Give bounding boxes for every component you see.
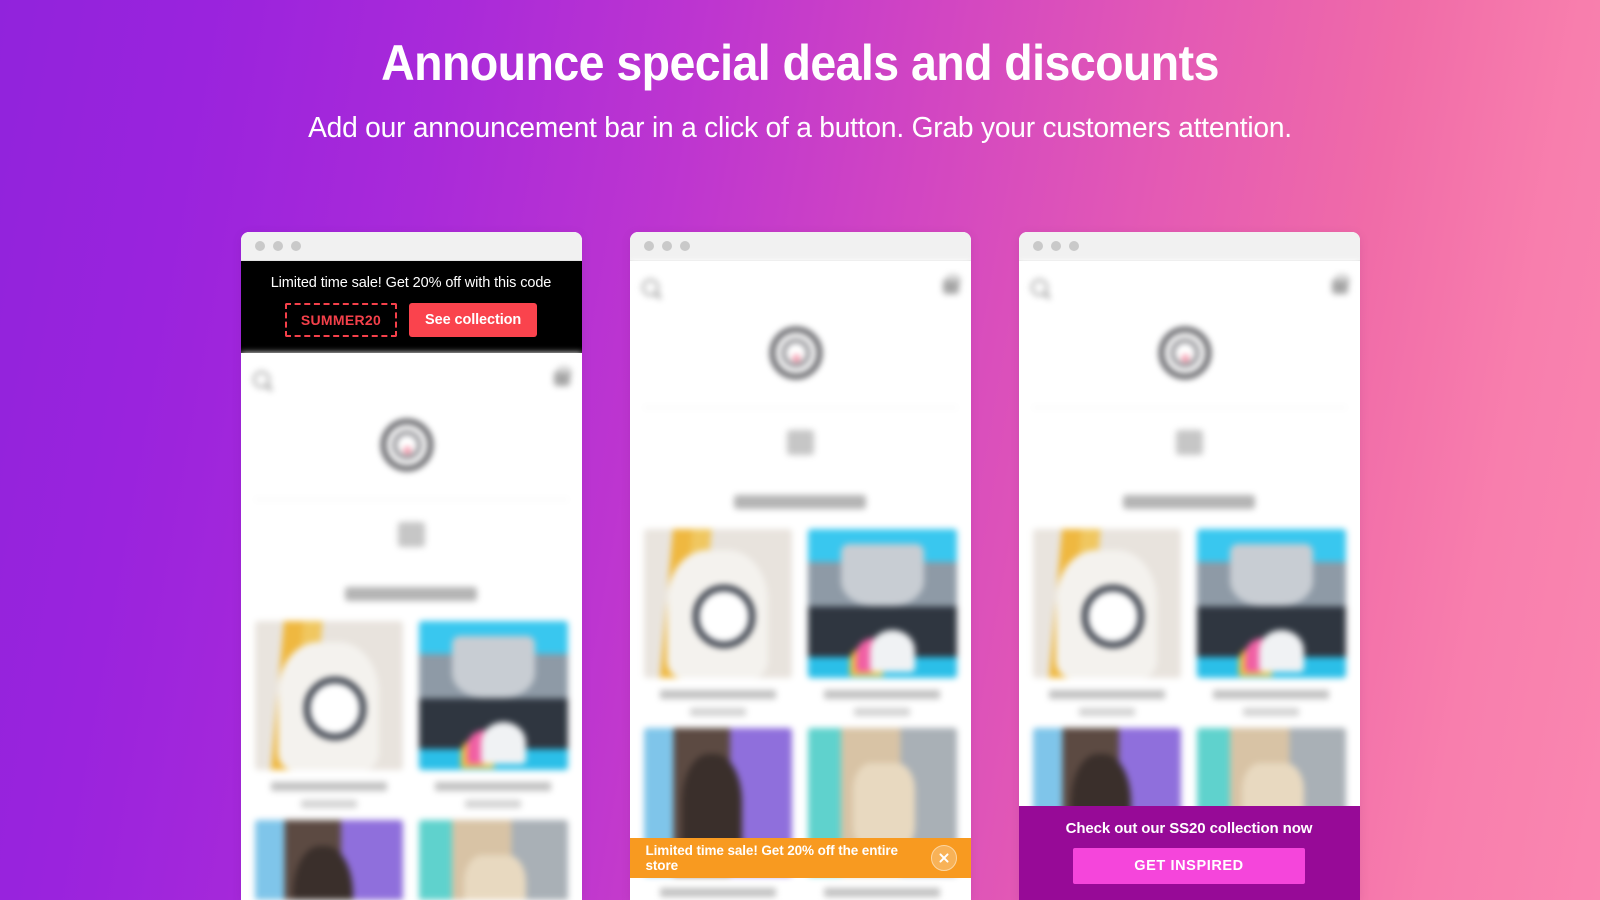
product-card[interactable]: [254, 621, 403, 808]
store-preview: [629, 261, 971, 900]
product-name: [435, 781, 552, 791]
store-preview: [240, 353, 582, 900]
product-card[interactable]: [419, 819, 568, 900]
products-heading: [345, 587, 477, 601]
search-icon[interactable]: [641, 278, 659, 296]
mockup-code-bar: Limited time sale! Get 20% off with this…: [240, 232, 582, 900]
window-dot-minimize[interactable]: [1050, 241, 1061, 251]
announcement-actions: SUMMER20 See collection: [251, 303, 572, 337]
product-image: [419, 621, 568, 770]
window-dot-close[interactable]: [643, 241, 654, 251]
cart-icon[interactable]: [942, 275, 960, 294]
product-image: [419, 819, 568, 900]
product-grid: [241, 621, 582, 900]
browser-chrome: [1018, 232, 1360, 261]
page-title: Announce special deals and discounts: [381, 35, 1219, 91]
window-dot-minimize[interactable]: [661, 241, 672, 251]
close-icon[interactable]: [930, 845, 957, 871]
product-price: [465, 799, 522, 808]
logo-badge-icon: [381, 419, 433, 471]
product-name: [824, 689, 941, 699]
product-image: [1197, 529, 1346, 678]
store-preview: [1018, 261, 1360, 900]
store-logo: [1019, 313, 1360, 401]
window-dot-close[interactable]: [1032, 241, 1043, 251]
store-logo: [241, 405, 582, 493]
see-collection-button[interactable]: See collection: [409, 303, 538, 337]
announcement-text: Check out our SS20 collection now: [1065, 820, 1313, 837]
announcement-text: Limited time sale! Get 20% off with this…: [270, 275, 552, 291]
product-image: [643, 529, 792, 678]
product-card[interactable]: [1197, 529, 1346, 716]
product-price: [1243, 707, 1300, 716]
product-name: [659, 888, 776, 897]
product-image: [1032, 529, 1181, 678]
products-heading: [1123, 495, 1255, 509]
hero-placeholder-icon: [397, 522, 425, 547]
announcement-bar-orange: Limited time sale! Get 20% off the entir…: [629, 838, 971, 878]
store-hero-block: [1019, 408, 1360, 481]
logo-badge-icon: [1159, 327, 1211, 379]
product-price: [854, 707, 911, 716]
store-hero-block: [241, 500, 582, 573]
product-name: [1048, 689, 1165, 699]
browser-chrome: [240, 232, 582, 261]
window-dot-maximize[interactable]: [679, 241, 690, 251]
hero-placeholder-icon: [786, 430, 814, 455]
search-icon[interactable]: [1030, 278, 1048, 296]
store-header: [1019, 261, 1360, 313]
search-icon[interactable]: [252, 370, 270, 388]
cart-icon[interactable]: [553, 367, 571, 386]
product-image: [254, 621, 403, 770]
cart-icon[interactable]: [1331, 275, 1349, 294]
product-card[interactable]: [254, 819, 403, 900]
product-price: [689, 707, 746, 716]
product-card[interactable]: [419, 621, 568, 808]
product-card[interactable]: [808, 529, 957, 716]
store-logo: [630, 313, 971, 401]
window-dot-close[interactable]: [254, 241, 265, 251]
page-subtitle: Add our announcement bar in a click of a…: [308, 112, 1292, 144]
product-name: [659, 689, 776, 699]
discount-code-chip[interactable]: SUMMER20: [284, 303, 398, 337]
logo-badge-icon: [770, 327, 822, 379]
product-card[interactable]: [643, 529, 792, 716]
store-header: [241, 353, 582, 405]
hero-placeholder-icon: [1175, 430, 1203, 455]
announcement-bar-black: Limited time sale! Get 20% off with this…: [240, 261, 582, 353]
mockup-gallery: Limited time sale! Get 20% off with this…: [0, 232, 1600, 900]
store-hero-block: [630, 408, 971, 481]
window-dot-minimize[interactable]: [272, 241, 283, 251]
product-image: [254, 819, 403, 900]
hero-section: Announce special deals and discounts Add…: [0, 0, 1600, 145]
product-price: [300, 799, 357, 808]
window-dot-maximize[interactable]: [1068, 241, 1079, 251]
browser-chrome: [629, 232, 971, 261]
window-dot-maximize[interactable]: [290, 241, 301, 251]
product-name: [1213, 689, 1330, 699]
announcement-bar-purple: Check out our SS20 collection now GET IN…: [1018, 806, 1360, 900]
product-name: [270, 781, 387, 791]
product-name: [824, 888, 941, 897]
product-card[interactable]: [1032, 529, 1181, 716]
product-price: [1078, 707, 1135, 716]
product-image: [808, 529, 957, 678]
mockup-orange-bar: Limited time sale! Get 20% off the entir…: [629, 232, 971, 900]
products-heading: [734, 495, 866, 509]
store-header: [630, 261, 971, 313]
mockup-purple-bar: Check out our SS20 collection now GET IN…: [1018, 232, 1360, 900]
announcement-text: Limited time sale! Get 20% off the entir…: [645, 843, 899, 873]
get-inspired-button[interactable]: GET INSPIRED: [1073, 848, 1305, 884]
